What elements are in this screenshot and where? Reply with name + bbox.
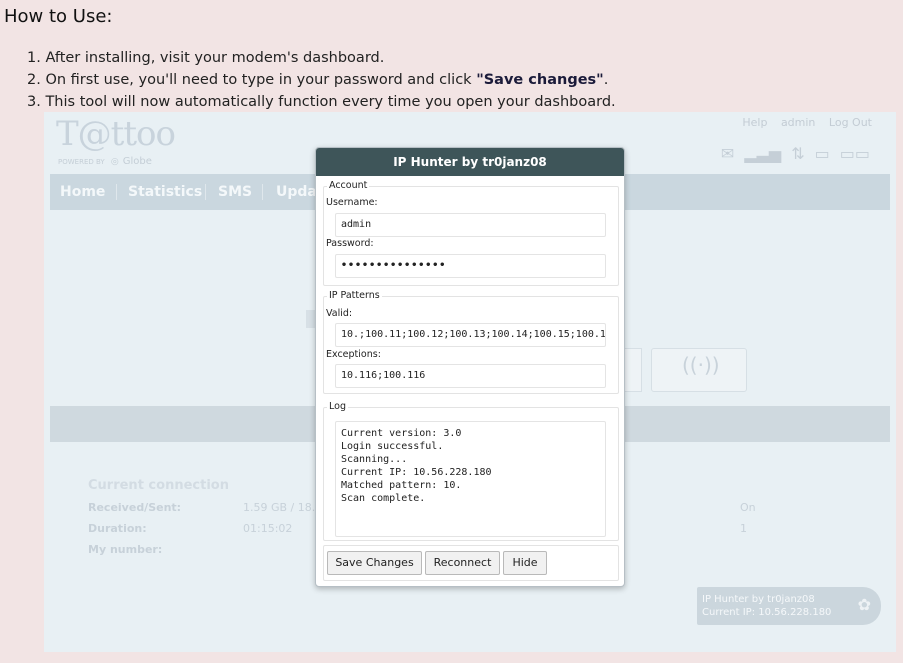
powered-by: POWERED BY ◎ Globe xyxy=(58,156,152,167)
ip-patterns-fieldset: IP Patterns Valid: 10.;100.11;100.12;100… xyxy=(323,290,619,394)
top-links: Help admin Log Out xyxy=(732,116,872,129)
status-on-value: On xyxy=(740,501,756,514)
toast-icon: ✿ xyxy=(857,595,871,614)
log-output[interactable]: Current version: 3.0 Login successful. S… xyxy=(335,421,606,537)
ip-patterns-legend: IP Patterns xyxy=(327,290,382,301)
nav-sms[interactable]: SMS xyxy=(218,184,252,200)
instruction-step: 3. This tool will now automatically func… xyxy=(27,91,616,113)
brand-logo: T@ttoo xyxy=(56,114,176,154)
transfer-icon: ⇅ xyxy=(791,144,805,163)
step-number: 3. xyxy=(27,94,41,110)
account-legend: Account xyxy=(327,180,370,191)
duration-label: Duration: xyxy=(88,522,147,535)
status-icons: ✉ ▂▃▅ ⇅ ▭ ▭▭ xyxy=(721,144,870,163)
instruction-step: 1. After installing, visit your modem's … xyxy=(27,47,616,69)
nav-divider xyxy=(262,184,263,200)
nav-divider xyxy=(116,184,117,200)
username-label: Username: xyxy=(326,197,378,208)
nav-statistics[interactable]: Statistics xyxy=(128,184,202,200)
hide-button[interactable]: Hide xyxy=(503,551,547,575)
wifi-tile[interactable]: ((·)) xyxy=(651,348,747,392)
connection-title: Current connection xyxy=(88,478,229,493)
help-link[interactable]: Help xyxy=(742,116,767,129)
monitor-icon: ▭ xyxy=(814,144,830,163)
received-sent-value: 1.59 GB / 18.2 xyxy=(243,501,323,514)
valid-label: Valid: xyxy=(326,308,353,319)
ip-hunter-toast[interactable]: IP Hunter by tr0janz08 Current IP: 10.56… xyxy=(697,587,881,625)
toast-title: IP Hunter by tr0janz08 xyxy=(702,594,815,605)
received-sent-label: Received/Sent: xyxy=(88,501,182,514)
step-number: 1. xyxy=(27,50,41,66)
log-line: Matched pattern: 10. xyxy=(341,480,462,491)
wifi-icon: ((·)) xyxy=(682,353,720,377)
password-label: Password: xyxy=(326,238,374,249)
ip-hunter-dialog: IP Hunter by tr0janz08 Account Username:… xyxy=(315,147,625,587)
exceptions-field[interactable]: 10.116;100.116 xyxy=(335,364,606,388)
logout-link[interactable]: Log Out xyxy=(829,116,872,129)
dialog-button-bar: Save Changes Reconnect Hide xyxy=(323,545,619,581)
admin-link[interactable]: admin xyxy=(781,116,815,129)
powered-by-label: POWERED BY xyxy=(58,158,105,166)
mail-icon[interactable]: ✉ xyxy=(721,144,734,163)
howto-title: How to Use: xyxy=(4,6,113,27)
nav-divider xyxy=(205,184,206,200)
password-field[interactable]: ••••••••••••••• xyxy=(335,254,606,278)
globe-icon: ◎ xyxy=(110,157,119,167)
battery-icon: ▭▭ xyxy=(839,144,870,163)
account-fieldset: Account Username: admin Password: ••••••… xyxy=(323,180,619,286)
toast-current-ip: Current IP: 10.56.228.180 xyxy=(702,607,832,618)
log-line: Current version: 3.0 xyxy=(341,428,462,439)
log-line: Current IP: 10.56.228.180 xyxy=(341,467,492,478)
step-text: After installing, visit your modem's das… xyxy=(45,50,385,66)
my-number-label: My number: xyxy=(88,543,163,556)
save-changes-button[interactable]: Save Changes xyxy=(327,551,422,575)
log-line: Scan complete. xyxy=(341,493,426,504)
log-line: Login successful. xyxy=(341,441,444,452)
step-text-end: . xyxy=(603,72,609,88)
username-field[interactable]: admin xyxy=(335,213,606,237)
reconnect-button[interactable]: Reconnect xyxy=(425,551,500,575)
log-legend: Log xyxy=(327,401,348,412)
dialog-title: IP Hunter by tr0janz08 xyxy=(316,148,624,176)
valid-patterns-field[interactable]: 10.;100.11;100.12;100.13;100.14;100.15;1… xyxy=(335,323,606,347)
instruction-step: 2. On first use, you'll need to type in … xyxy=(27,69,616,91)
step-number: 2. xyxy=(27,72,41,88)
instruction-list: 1. After installing, visit your modem's … xyxy=(27,47,616,113)
step-bold-text: "Save changes" xyxy=(476,72,604,88)
exceptions-label: Exceptions: xyxy=(326,349,381,360)
log-fieldset: Log Current version: 3.0 Login successfu… xyxy=(323,401,619,541)
step-text: This tool will now automatically functio… xyxy=(45,94,616,110)
log-line: Scanning... xyxy=(341,454,408,465)
nav-home[interactable]: Home xyxy=(60,184,105,200)
step-text: On first use, you'll need to type in you… xyxy=(45,72,477,88)
signal-icon: ▂▃▅ xyxy=(744,144,782,163)
status-count-value: 1 xyxy=(740,522,747,535)
powered-brand: Globe xyxy=(122,156,152,167)
duration-value: 01:15:02 xyxy=(243,522,293,535)
